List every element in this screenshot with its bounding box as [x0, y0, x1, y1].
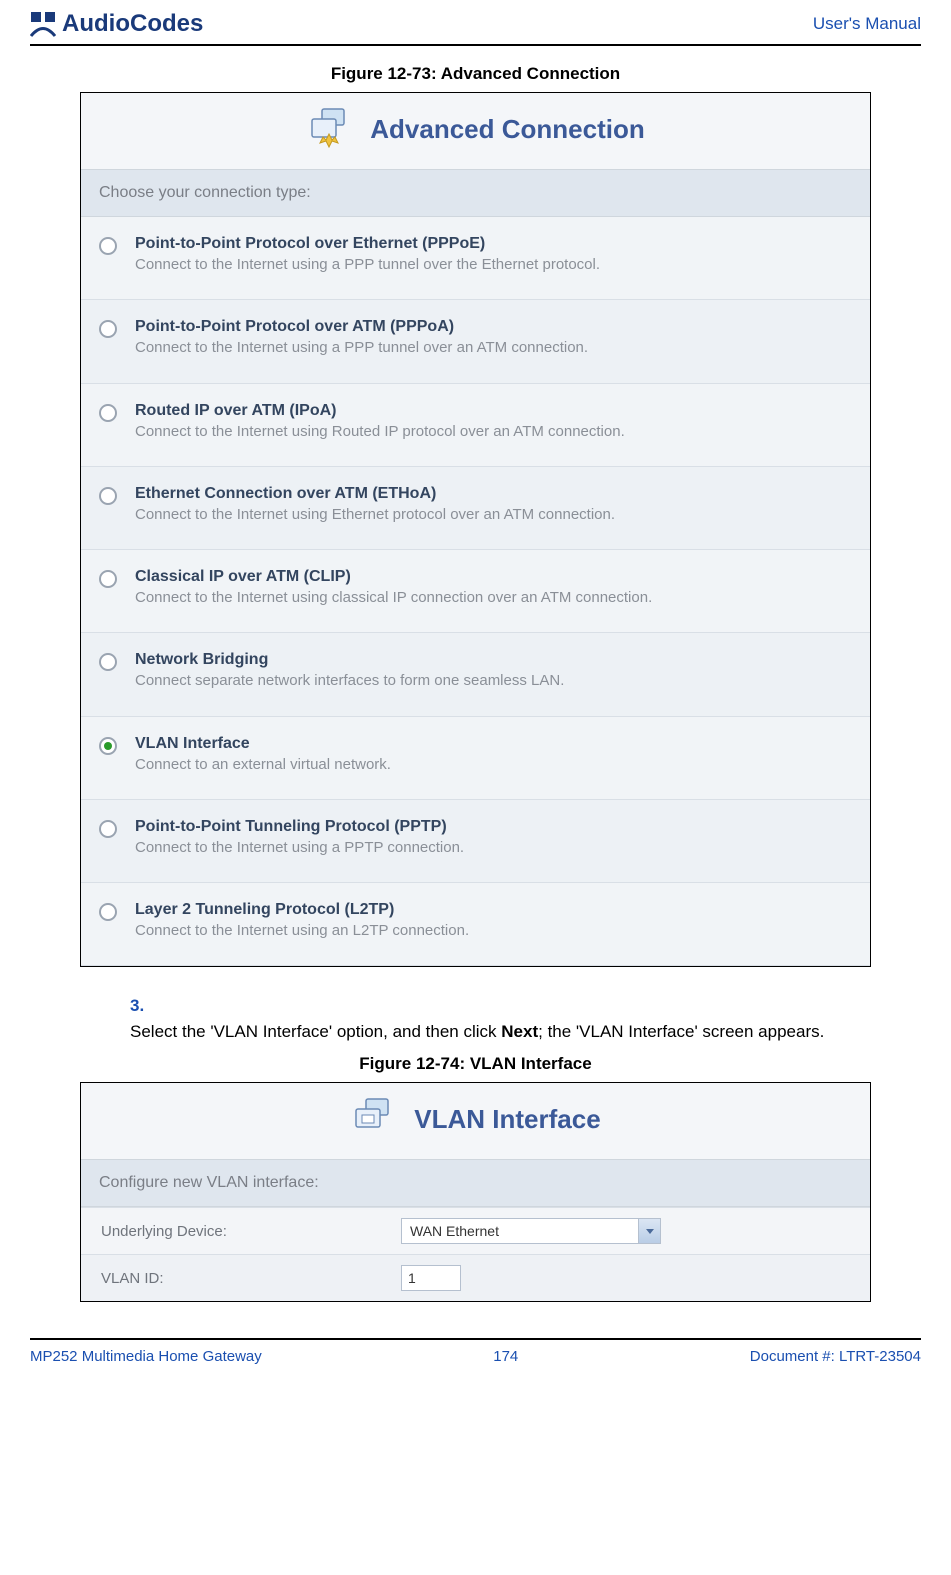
chevron-down-icon [638, 1219, 660, 1243]
connection-option[interactable]: Network Bridging Connect separate network… [81, 633, 870, 716]
step-text-after: ; the 'VLAN Interface' screen appears. [538, 1022, 824, 1041]
panel-title-bar: Advanced Connection [81, 93, 870, 169]
option-title: Layer 2 Tunneling Protocol (L2TP) [135, 901, 852, 919]
step-text-before: Select the 'VLAN Interface' option, and … [130, 1022, 501, 1041]
step-text: Select the 'VLAN Interface' option, and … [130, 1019, 829, 1045]
figure-caption-1: Figure 12-73: Advanced Connection [30, 64, 921, 84]
underlying-device-label: Underlying Device: [101, 1223, 401, 1240]
brand-logo: AudioCodes [30, 10, 203, 38]
option-text: Point-to-Point Tunneling Protocol (PPTP)… [135, 818, 852, 858]
option-desc: Connect to an external virtual network. [135, 755, 852, 775]
step-text-bold: Next [501, 1022, 538, 1041]
vlan-interface-screenshot: VLAN Interface Configure new VLAN interf… [80, 1082, 871, 1302]
option-text: VLAN Interface Connect to an external vir… [135, 735, 852, 775]
choose-type-prompt: Choose your connection type: [81, 169, 870, 217]
option-title: Point-to-Point Protocol over ATM (PPPoA) [135, 318, 852, 336]
option-desc: Connect to the Internet using classical … [135, 588, 852, 608]
option-text: Classical IP over ATM (CLIP) Connect to t… [135, 568, 852, 608]
vlan-id-input[interactable] [401, 1265, 461, 1291]
option-title: Point-to-Point Tunneling Protocol (PPTP) [135, 818, 852, 836]
connection-option[interactable]: Routed IP over ATM (IPoA) Connect to the … [81, 384, 870, 467]
option-desc: Connect to the Internet using a PPTP con… [135, 838, 852, 858]
connection-option[interactable]: Classical IP over ATM (CLIP) Connect to t… [81, 550, 870, 633]
underlying-device-select[interactable]: WAN Ethernet [401, 1218, 661, 1244]
connection-option[interactable]: VLAN Interface Connect to an external vir… [81, 717, 870, 800]
option-text: Network Bridging Connect separate network… [135, 651, 852, 691]
panel-title: Advanced Connection [370, 114, 644, 145]
option-text: Layer 2 Tunneling Protocol (L2TP) Connect… [135, 901, 852, 941]
brand-name: AudioCodes [62, 10, 203, 38]
footer-doc-id: Document #: LTRT-23504 [750, 1348, 921, 1365]
radio-button[interactable] [99, 737, 117, 755]
vlan-id-row: VLAN ID: [81, 1254, 870, 1301]
option-desc: Connect to the Internet using an L2TP co… [135, 921, 852, 941]
page-footer: MP252 Multimedia Home Gateway 174 Docume… [30, 1338, 921, 1365]
manual-label: User's Manual [813, 14, 921, 34]
vlan-id-label: VLAN ID: [101, 1270, 401, 1287]
option-desc: Connect to the Internet using a PPP tunn… [135, 255, 852, 275]
option-desc: Connect to the Internet using a PPP tunn… [135, 338, 852, 358]
option-text: Routed IP over ATM (IPoA) Connect to the … [135, 402, 852, 442]
connection-option[interactable]: Point-to-Point Protocol over ATM (PPPoA)… [81, 300, 870, 383]
advanced-connection-screenshot: Advanced Connection Choose your connecti… [80, 92, 871, 967]
radio-button[interactable] [99, 237, 117, 255]
connection-option[interactable]: Point-to-Point Protocol over Ethernet (P… [81, 217, 870, 300]
configure-vlan-prompt: Configure new VLAN interface: [81, 1159, 870, 1207]
option-title: Network Bridging [135, 651, 852, 669]
audiocodes-mark-icon [30, 11, 56, 37]
connection-icon [306, 107, 356, 151]
vlan-panel-title: VLAN Interface [414, 1104, 600, 1135]
connection-option[interactable]: Point-to-Point Tunneling Protocol (PPTP)… [81, 800, 870, 883]
radio-button[interactable] [99, 570, 117, 588]
radio-button[interactable] [99, 903, 117, 921]
option-desc: Connect to the Internet using Routed IP … [135, 422, 852, 442]
radio-button[interactable] [99, 820, 117, 838]
page-header: AudioCodes User's Manual [30, 10, 921, 46]
option-desc: Connect separate network interfaces to f… [135, 671, 852, 691]
connection-option[interactable]: Layer 2 Tunneling Protocol (L2TP) Connect… [81, 883, 870, 966]
option-text: Point-to-Point Protocol over ATM (PPPoA)… [135, 318, 852, 358]
radio-button[interactable] [99, 487, 117, 505]
option-text: Point-to-Point Protocol over Ethernet (P… [135, 235, 852, 275]
connection-option[interactable]: Ethernet Connection over ATM (ETHoA) Conn… [81, 467, 870, 550]
option-title: Classical IP over ATM (CLIP) [135, 568, 852, 586]
option-title: Ethernet Connection over ATM (ETHoA) [135, 485, 852, 503]
option-desc: Connect to the Internet using Ethernet p… [135, 505, 852, 525]
option-text: Ethernet Connection over ATM (ETHoA) Conn… [135, 485, 852, 525]
underlying-device-row: Underlying Device: WAN Ethernet [81, 1207, 870, 1254]
radio-button[interactable] [99, 404, 117, 422]
step-number: 3. [130, 993, 158, 1019]
option-title: VLAN Interface [135, 735, 852, 753]
underlying-device-value: WAN Ethernet [410, 1223, 499, 1239]
vlan-icon [350, 1097, 400, 1141]
connection-options-list: Point-to-Point Protocol over Ethernet (P… [81, 217, 870, 966]
footer-page-number: 174 [493, 1348, 518, 1365]
vlan-panel-title-bar: VLAN Interface [81, 1083, 870, 1159]
instruction-step: 3. Select the 'VLAN Interface' option, a… [130, 993, 861, 1044]
figure-caption-2: Figure 12-74: VLAN Interface [30, 1054, 921, 1074]
radio-button[interactable] [99, 320, 117, 338]
option-title: Routed IP over ATM (IPoA) [135, 402, 852, 420]
radio-button[interactable] [99, 653, 117, 671]
footer-product: MP252 Multimedia Home Gateway [30, 1348, 262, 1365]
option-title: Point-to-Point Protocol over Ethernet (P… [135, 235, 852, 253]
